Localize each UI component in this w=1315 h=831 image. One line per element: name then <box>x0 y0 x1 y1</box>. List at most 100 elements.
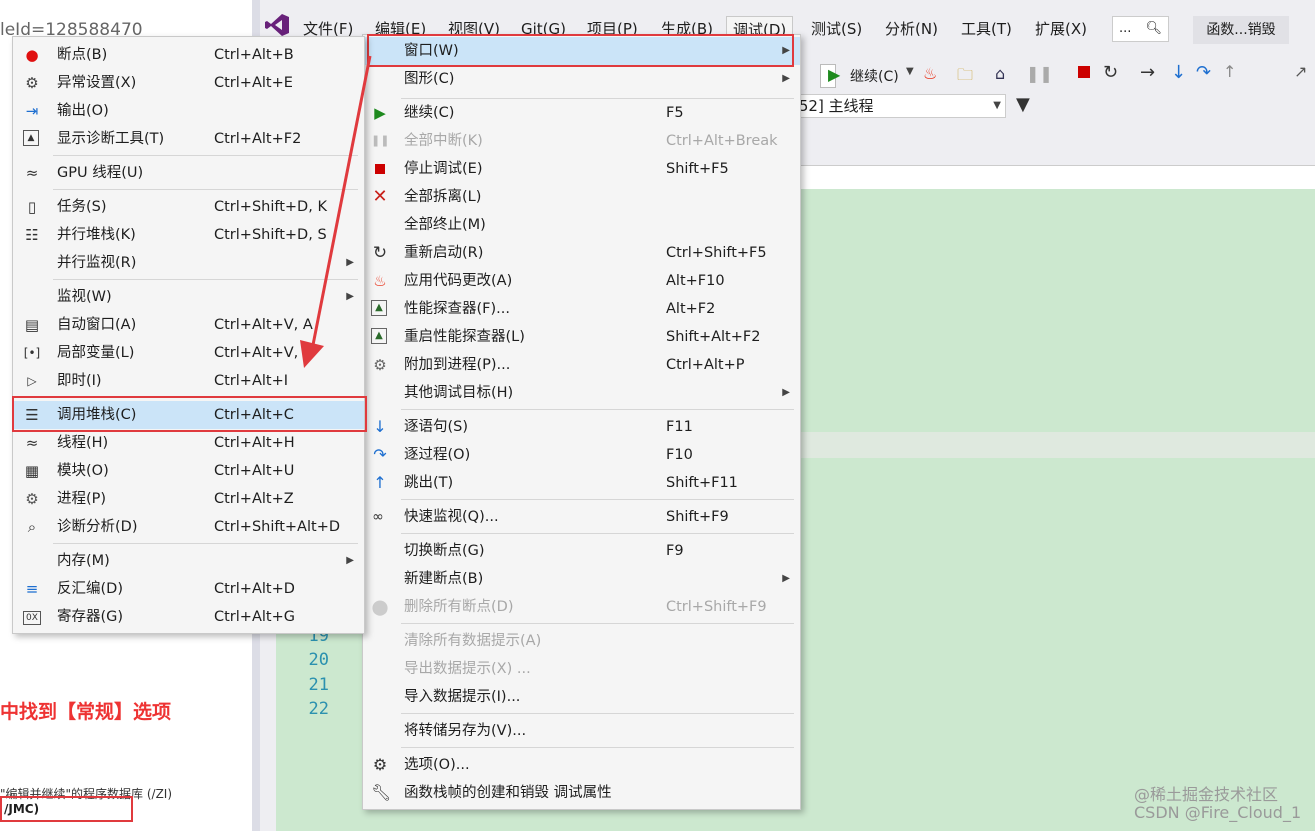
debug-item-delete-breakpoints[interactable]: ⬤ 删除所有断点(D) Ctrl+Shift+F9 <box>363 593 800 621</box>
debug-item-clear-datatips[interactable]: 清除所有数据提示(A) <box>363 627 800 655</box>
modules-icon: ▦ <box>24 462 40 480</box>
debug-item-stop[interactable]: 停止调试(E) Shift+F5 <box>363 155 800 183</box>
menu-item-label: 线程(H) <box>57 435 109 451</box>
debug-item-step-over[interactable]: ↷ 逐过程(O) F10 <box>363 441 800 469</box>
menu-item-label: 将转储另存为(V)... <box>404 723 527 739</box>
home-icon[interactable]: ⌂ <box>995 64 1005 83</box>
continue-play-icon[interactable]: ▶ <box>828 65 840 84</box>
window-item-threads[interactable]: ≈ 线程(H) Ctrl+Alt+H <box>13 429 364 457</box>
menu-tools[interactable]: 工具(T) <box>955 16 1018 42</box>
menu-item-label: 导出数据提示(X) ... <box>404 661 531 677</box>
debug-item-quick-watch[interactable]: ∞ 快速监视(Q)... Shift+F9 <box>363 503 800 531</box>
show-next-statement-icon[interactable]: → <box>1140 62 1155 83</box>
menu-item-shortcut: Ctrl+Shift+F5 <box>666 245 767 261</box>
step-over-icon: ↷ <box>373 445 387 464</box>
code-navigation-bar[interactable] <box>800 165 1315 191</box>
menu-item-shortcut: Shift+F5 <box>666 161 729 177</box>
search-input[interactable]: ... 🔍︎ <box>1112 16 1169 42</box>
menu-item-label: 图形(C) <box>404 71 455 87</box>
menu-item-label: 清除所有数据提示(A) <box>404 633 542 649</box>
menu-test[interactable]: 测试(S) <box>805 16 868 42</box>
menu-item-shortcut: F5 <box>666 105 684 121</box>
debug-item-relaunch-profiler[interactable]: ▲ 重启性能探查器(L) Shift+Alt+F2 <box>363 323 800 351</box>
debug-item-restart[interactable]: ↻ 重新启动(R) Ctrl+Shift+F5 <box>363 239 800 267</box>
wrench-icon: 🔧︎ <box>371 783 392 802</box>
menu-item-label: 切换断点(G) <box>404 543 485 559</box>
parallel-stacks-icon: ☷ <box>25 226 39 244</box>
debug-item-attach-process[interactable]: ⚙ 附加到进程(P)... Ctrl+Alt+P <box>363 351 800 379</box>
clipboard-icon: ▯ <box>27 198 37 216</box>
window-item-disassembly[interactable]: ≡ 反汇编(D) Ctrl+Alt+D <box>13 575 364 603</box>
thread-combo-value: [52] 主线程 <box>793 97 874 115</box>
line-number: 22 <box>308 699 329 719</box>
menu-item-label: 局部变量(L) <box>57 345 135 361</box>
continue-dropdown-icon[interactable]: ▼ <box>906 66 914 77</box>
debug-item-detach-all[interactable]: ✕ 全部拆离(L) <box>363 183 800 211</box>
menu-item-label: 输出(O) <box>57 103 109 119</box>
debug-item-step-out[interactable]: ↑ 跳出(T) Shift+F11 <box>363 469 800 497</box>
menu-item-label: 附加到进程(P)... <box>404 357 511 373</box>
debug-item-profiler[interactable]: ▲ 性能探查器(F)... Alt+F2 <box>363 295 800 323</box>
debug-item-continue[interactable]: ▶ 继续(C) F5 <box>363 99 800 127</box>
menu-item-shortcut: Shift+F9 <box>666 509 729 525</box>
debug-item-other-targets[interactable]: 其他调试目标(H) ▶ <box>363 379 800 407</box>
window-item-memory[interactable]: 内存(M) ▶ <box>13 547 364 575</box>
window-item-diagnostic-analysis[interactable]: ⌕ 诊断分析(D) Ctrl+Shift+Alt+D <box>13 513 364 541</box>
breakpoint-icon: ● <box>25 46 39 64</box>
step-into-toolbar-icon[interactable]: ↓ <box>1171 62 1186 83</box>
debug-item-break-all[interactable]: ❚❚ 全部中断(K) Ctrl+Alt+Break <box>363 127 800 155</box>
menu-item-shortcut: Ctrl+Alt+D <box>214 581 295 597</box>
window-item-registers[interactable]: 0X 寄存器(G) Ctrl+Alt+G <box>13 603 364 631</box>
function-title-button[interactable]: 函数...销毁 <box>1193 16 1289 44</box>
menu-item-shortcut: Ctrl+Alt+H <box>214 435 295 451</box>
window-item-highlight-box <box>367 34 794 67</box>
debug-item-terminate-all[interactable]: 全部终止(M) <box>363 211 800 239</box>
debug-item-graphics[interactable]: 图形(C) ▶ <box>363 65 800 93</box>
share-icon[interactable]: ↗ <box>1294 62 1307 81</box>
hot-reload-icon[interactable]: ♨ <box>923 64 937 83</box>
submenu-arrow-icon: ▶ <box>782 573 790 584</box>
menu-item-shortcut: Ctrl+Alt+U <box>214 463 295 479</box>
debug-item-export-datatips[interactable]: 导出数据提示(X) ... <box>363 655 800 683</box>
debug-item-apply-code-changes[interactable]: ♨ 应用代码更改(A) Alt+F10 <box>363 267 800 295</box>
debug-item-options[interactable]: ⚙ 选项(O)... <box>363 751 800 779</box>
debug-item-step-into[interactable]: ↓ 逐语句(S) F11 <box>363 413 800 441</box>
glasses-icon: ∞ <box>372 509 384 525</box>
debug-toolbar: ▶ 继续(C) ▼ ♨ 🗀 ⌂ ❚❚ ↻ → ↓ ↷ ↑ ↗ <box>820 62 1315 90</box>
menu-item-label: 应用代码更改(A) <box>404 273 513 289</box>
debug-item-new-breakpoint[interactable]: 新建断点(B) ▶ <box>363 565 800 593</box>
debug-item-project-properties[interactable]: 🔧︎ 函数栈帧的创建和销毁 调试属性 <box>363 779 800 807</box>
folder-icon[interactable]: 🗀 <box>957 64 973 91</box>
filter-icon[interactable]: ▼ <box>1016 94 1030 115</box>
window-item-modules[interactable]: ▦ 模块(O) Ctrl+Alt+U <box>13 457 364 485</box>
debug-item-toggle-breakpoint[interactable]: 切换断点(G) F9 <box>363 537 800 565</box>
menu-item-label: 逐过程(O) <box>404 447 471 463</box>
continue-button[interactable]: 继续(C) <box>850 66 899 86</box>
article-jmc-highlight: /JMC) <box>0 796 133 822</box>
menu-item-shortcut: Ctrl+Alt+Break <box>666 133 778 149</box>
step-over-toolbar-icon[interactable]: ↷ <box>1196 62 1211 83</box>
menu-item-label: 诊断分析(D) <box>57 519 138 535</box>
menu-item-label: 任务(S) <box>57 199 107 215</box>
restart-toolbar-icon[interactable]: ↻ <box>1103 62 1118 83</box>
thread-combo[interactable]: [52] 主线程 ▼ <box>788 94 1006 118</box>
line-number: 20 <box>308 650 329 670</box>
menu-extensions[interactable]: 扩展(X) <box>1029 16 1093 42</box>
menu-item-shortcut: Shift+Alt+F2 <box>666 329 761 345</box>
search-placeholder: ... <box>1119 21 1132 36</box>
debug-item-import-datatips[interactable]: 导入数据提示(I)... <box>363 683 800 711</box>
line-number: 21 <box>308 675 329 695</box>
menu-item-label: 性能探查器(F)... <box>404 301 510 317</box>
menu-analyze[interactable]: 分析(N) <box>879 16 944 42</box>
window-item-processes[interactable]: ⚙ 进程(P) Ctrl+Alt+Z <box>13 485 364 513</box>
menu-item-shortcut: Shift+F11 <box>666 475 738 491</box>
diagnostics-icon: ▲ <box>23 130 39 146</box>
threads-icon: ≈ <box>25 164 39 182</box>
debug-item-save-dump[interactable]: 将转储另存为(V)... <box>363 717 800 745</box>
step-out-toolbar-icon[interactable]: ↑ <box>1223 62 1236 81</box>
menu-item-shortcut: Ctrl+Alt+V, <box>214 345 299 361</box>
pause-toolbar-icon[interactable]: ❚❚ <box>1026 64 1053 83</box>
menu-item-label: 重新启动(R) <box>404 245 484 261</box>
menu-item-label: 快速监视(Q)... <box>404 509 499 525</box>
stop-toolbar-icon[interactable] <box>1078 66 1090 78</box>
